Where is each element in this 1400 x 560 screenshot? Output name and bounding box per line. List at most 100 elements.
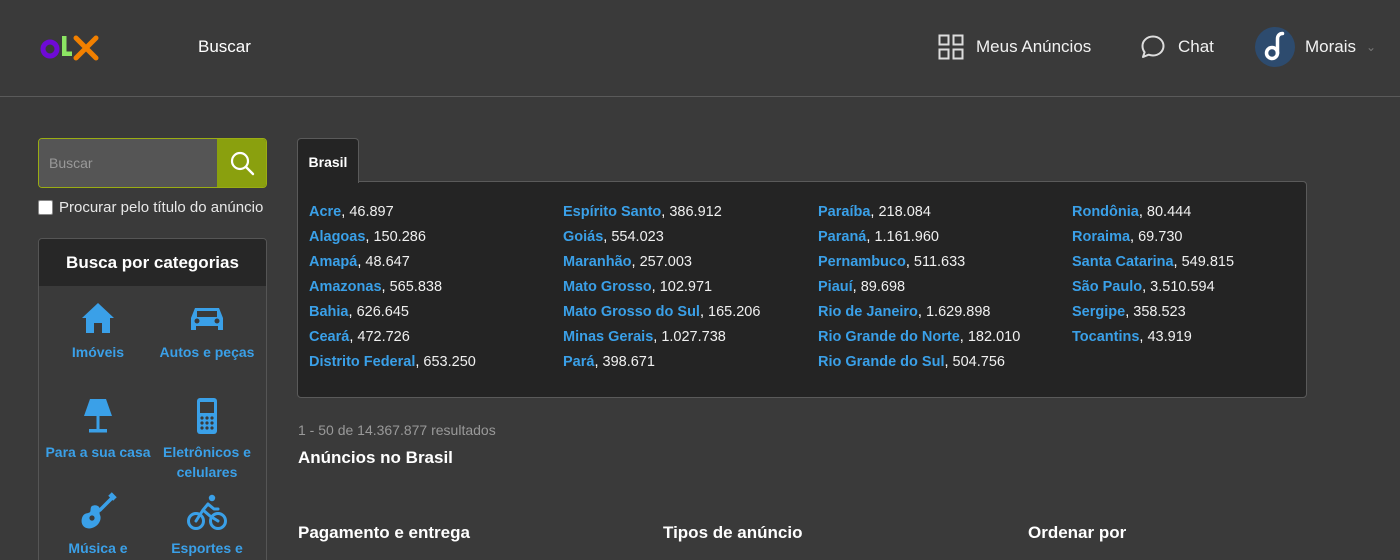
state-count: 48.647 — [365, 254, 410, 270]
state-count: 102.971 — [659, 279, 713, 295]
state-link[interactable]: Santa Catarina — [1072, 254, 1174, 270]
state-link[interactable]: Ceará — [309, 329, 349, 345]
category-label: Autos e peças — [159, 344, 255, 360]
state-item: Rondônia, 80.444 — [1072, 204, 1192, 220]
state-link[interactable]: Maranhão — [563, 254, 632, 270]
search-input[interactable] — [39, 139, 217, 187]
bicycle-icon — [187, 494, 227, 530]
state-link[interactable]: Minas Gerais — [563, 329, 653, 345]
car-icon — [191, 308, 223, 330]
state-item: Santa Catarina, 549.815 — [1072, 254, 1235, 270]
category-musica[interactable]: Música e — [41, 492, 155, 558]
state-count: 626.645 — [356, 304, 409, 320]
state-item: Espírito Santo, 386.912 — [563, 204, 722, 220]
category-esportes[interactable]: Esportes e — [150, 492, 264, 558]
state-link[interactable]: Pará — [563, 354, 594, 370]
state-link[interactable]: São Paulo — [1072, 279, 1142, 295]
title-only-label: Procurar pelo título do anúncio — [59, 199, 264, 216]
filter-types-heading: Tipos de anúncio — [663, 523, 803, 542]
state-item: Piauí, 89.698 — [818, 279, 906, 295]
state-item: Ceará, 472.726 — [309, 329, 410, 345]
state-link[interactable]: Goiás — [563, 229, 603, 245]
state-item: Rio Grande do Norte, 182.010 — [818, 329, 1021, 345]
page-title: Anúncios no Brasil — [298, 448, 453, 467]
state-link[interactable]: Amazonas — [309, 279, 382, 295]
category-autos[interactable]: Autos e peças — [150, 300, 264, 362]
state-link[interactable]: Amapá — [309, 254, 357, 270]
state-item: Amazonas, 565.838 — [309, 279, 443, 295]
my-ads-label: Meus Anúncios — [976, 37, 1092, 56]
state-link[interactable]: Paraíba — [818, 204, 870, 220]
state-link[interactable]: Rio Grande do Sul — [818, 354, 944, 370]
state-count: 504.756 — [952, 354, 1005, 370]
state-link[interactable]: Bahia — [309, 304, 349, 320]
state-link[interactable]: Sergipe — [1072, 304, 1125, 320]
lamp-icon — [84, 399, 112, 433]
state-link[interactable]: Rio de Janeiro — [818, 304, 918, 320]
state-count: 218.084 — [878, 204, 931, 220]
user-menu[interactable]: Morais ⌄ — [1255, 27, 1376, 67]
search-button[interactable] — [217, 139, 266, 187]
categories-panel: Busca por categorias Imóveis Autos e peç… — [38, 238, 267, 560]
regions-panel: Acre, 46.897 Alagoas, 150.286 Amapá, 48.… — [297, 181, 1307, 398]
state-link[interactable]: Mato Grosso do Sul — [563, 304, 700, 320]
chevron-down-icon: ⌄ — [1366, 40, 1377, 54]
guitar-icon — [81, 492, 117, 529]
state-count: 386.912 — [669, 204, 722, 220]
category-label: Para a sua casa — [45, 444, 151, 460]
state-link[interactable]: Distrito Federal — [309, 354, 415, 370]
results-summary: 1 - 50 de 14.367.877 resultados — [298, 422, 496, 438]
house-icon — [82, 303, 114, 333]
state-count: 89.698 — [860, 279, 906, 295]
header-search-link[interactable]: Buscar — [198, 37, 251, 57]
state-link[interactable]: Paraná — [818, 229, 866, 245]
regions-column-3: Paraíba, 218.084 Paraná, 1.161.960 Perna… — [818, 204, 1020, 379]
state-count: 511.633 — [913, 254, 966, 270]
category-casa[interactable]: Para a sua casa — [41, 396, 155, 462]
state-count: 565.838 — [389, 279, 443, 295]
sort-heading: Ordenar por — [1028, 523, 1127, 542]
categories-title: Busca por categorias — [39, 239, 266, 286]
state-item: Roraima, 69.730 — [1072, 229, 1183, 245]
state-link[interactable]: Tocantins — [1072, 329, 1139, 345]
state-item: Paraná, 1.161.960 — [818, 229, 939, 245]
state-item: Distrito Federal, 653.250 — [309, 354, 476, 370]
category-label: Eletrônicos e celulares — [163, 444, 251, 480]
regions-column-2: Espírito Santo, 386.912 Goiás, 554.023 M… — [563, 204, 760, 379]
chat-link[interactable]: Chat — [1140, 33, 1214, 61]
state-item: Mato Grosso, 102.971 — [563, 279, 713, 295]
chat-bubble-icon — [1141, 35, 1165, 58]
state-count: 165.206 — [708, 304, 761, 320]
state-link[interactable]: Mato Grosso — [563, 279, 652, 295]
state-count: 554.023 — [611, 229, 664, 245]
category-eletronicos[interactable]: Eletrônicos e celulares — [150, 396, 264, 482]
search-form — [38, 138, 267, 188]
user-avatar-icon — [1264, 31, 1285, 61]
state-item: Bahia, 626.645 — [309, 304, 409, 320]
category-imoveis[interactable]: Imóveis — [41, 300, 155, 362]
state-link[interactable]: Rio Grande do Norte — [818, 329, 960, 345]
state-link[interactable]: Alagoas — [309, 229, 365, 245]
state-link[interactable]: Piauí — [818, 279, 853, 295]
regions-column-4: Rondônia, 80.444 Roraima, 69.730 Santa C… — [1072, 204, 1234, 354]
state-link[interactable]: Espírito Santo — [563, 204, 661, 220]
state-item: Sergipe, 358.523 — [1072, 304, 1186, 320]
state-count: 3.510.594 — [1150, 279, 1215, 295]
state-link[interactable]: Pernambuco — [818, 254, 906, 270]
my-ads-link[interactable]: Meus Anúncios — [938, 33, 1091, 61]
state-item: Paraíba, 218.084 — [818, 204, 931, 220]
state-count: 653.250 — [423, 354, 476, 370]
olx-logo[interactable] — [38, 32, 102, 64]
state-count: 46.897 — [349, 204, 394, 220]
state-count: 472.726 — [357, 329, 410, 345]
state-link[interactable]: Rondônia — [1072, 204, 1139, 220]
state-link[interactable]: Acre — [309, 204, 341, 220]
state-count: 69.730 — [1138, 229, 1183, 245]
title-only-checkbox[interactable] — [38, 200, 53, 215]
state-item: Rio de Janeiro, 1.629.898 — [818, 304, 991, 320]
state-count: 549.815 — [1181, 254, 1235, 270]
state-link[interactable]: Roraima — [1072, 229, 1130, 245]
state-item: Maranhão, 257.003 — [563, 254, 692, 270]
category-label: Esportes e — [171, 540, 243, 556]
tab-brasil[interactable]: Brasil — [297, 138, 359, 183]
